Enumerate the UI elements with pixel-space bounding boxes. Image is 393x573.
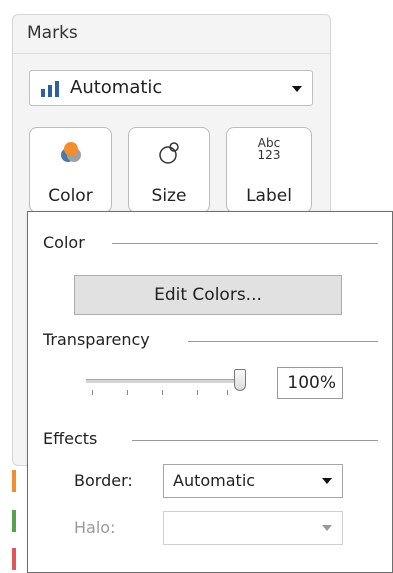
- halo-dropdown[interactable]: [163, 511, 343, 545]
- edit-colors-button[interactable]: Edit Colors...: [74, 275, 342, 315]
- 123-icon-text: 123: [257, 148, 281, 162]
- color-section-divider: [112, 243, 378, 244]
- field-pill-color-strip-red: [12, 548, 16, 570]
- slider-tick: [92, 390, 93, 395]
- transparency-slider-thumb[interactable]: [234, 369, 246, 391]
- mark-type-dropdown[interactable]: Automatic: [29, 70, 313, 106]
- field-pill-color-strip-green: [12, 510, 16, 532]
- slider-tick: [162, 390, 163, 395]
- size-shelf-button[interactable]: Size: [128, 127, 210, 213]
- color-shelf-button[interactable]: Color: [29, 127, 112, 213]
- effects-section-title: Effects: [43, 429, 108, 448]
- transparency-slider-track[interactable]: [86, 379, 236, 383]
- chevron-down-icon: [292, 86, 302, 92]
- border-label: Border:: [74, 471, 133, 490]
- abc-123-icon: Abc 123: [258, 137, 281, 161]
- marks-title: Marks: [27, 23, 78, 43]
- size-shelf-label: Size: [151, 186, 187, 206]
- label-shelf-button[interactable]: Abc 123 Label: [226, 127, 312, 213]
- transparency-section-divider: [188, 341, 378, 342]
- chevron-down-icon: [322, 525, 332, 531]
- border-dropdown-value: Automatic: [173, 471, 256, 490]
- chevron-down-icon: [322, 478, 332, 484]
- transparency-section-title: Transparency: [43, 330, 160, 349]
- border-dropdown[interactable]: Automatic: [163, 464, 343, 498]
- size-circles-icon: [159, 142, 179, 164]
- label-shelf-label: Label: [246, 186, 292, 206]
- color-popup: Color Edit Colors... Transparency 100% E…: [27, 211, 393, 573]
- slider-tick: [197, 390, 198, 395]
- color-palette-icon: [60, 142, 81, 162]
- transparency-value-field[interactable]: 100%: [277, 367, 343, 399]
- color-section-title: Color: [43, 233, 95, 252]
- color-shelf-label: Color: [48, 186, 93, 206]
- mark-type-value: Automatic: [70, 77, 163, 98]
- slider-tick: [227, 390, 228, 395]
- marks-title-divider: [13, 53, 330, 54]
- halo-label: Halo:: [74, 518, 116, 537]
- effects-section-divider: [132, 440, 378, 441]
- bar-chart-icon: [41, 81, 59, 97]
- slider-tick: [127, 390, 128, 395]
- field-pill-color-strip-orange: [12, 470, 16, 492]
